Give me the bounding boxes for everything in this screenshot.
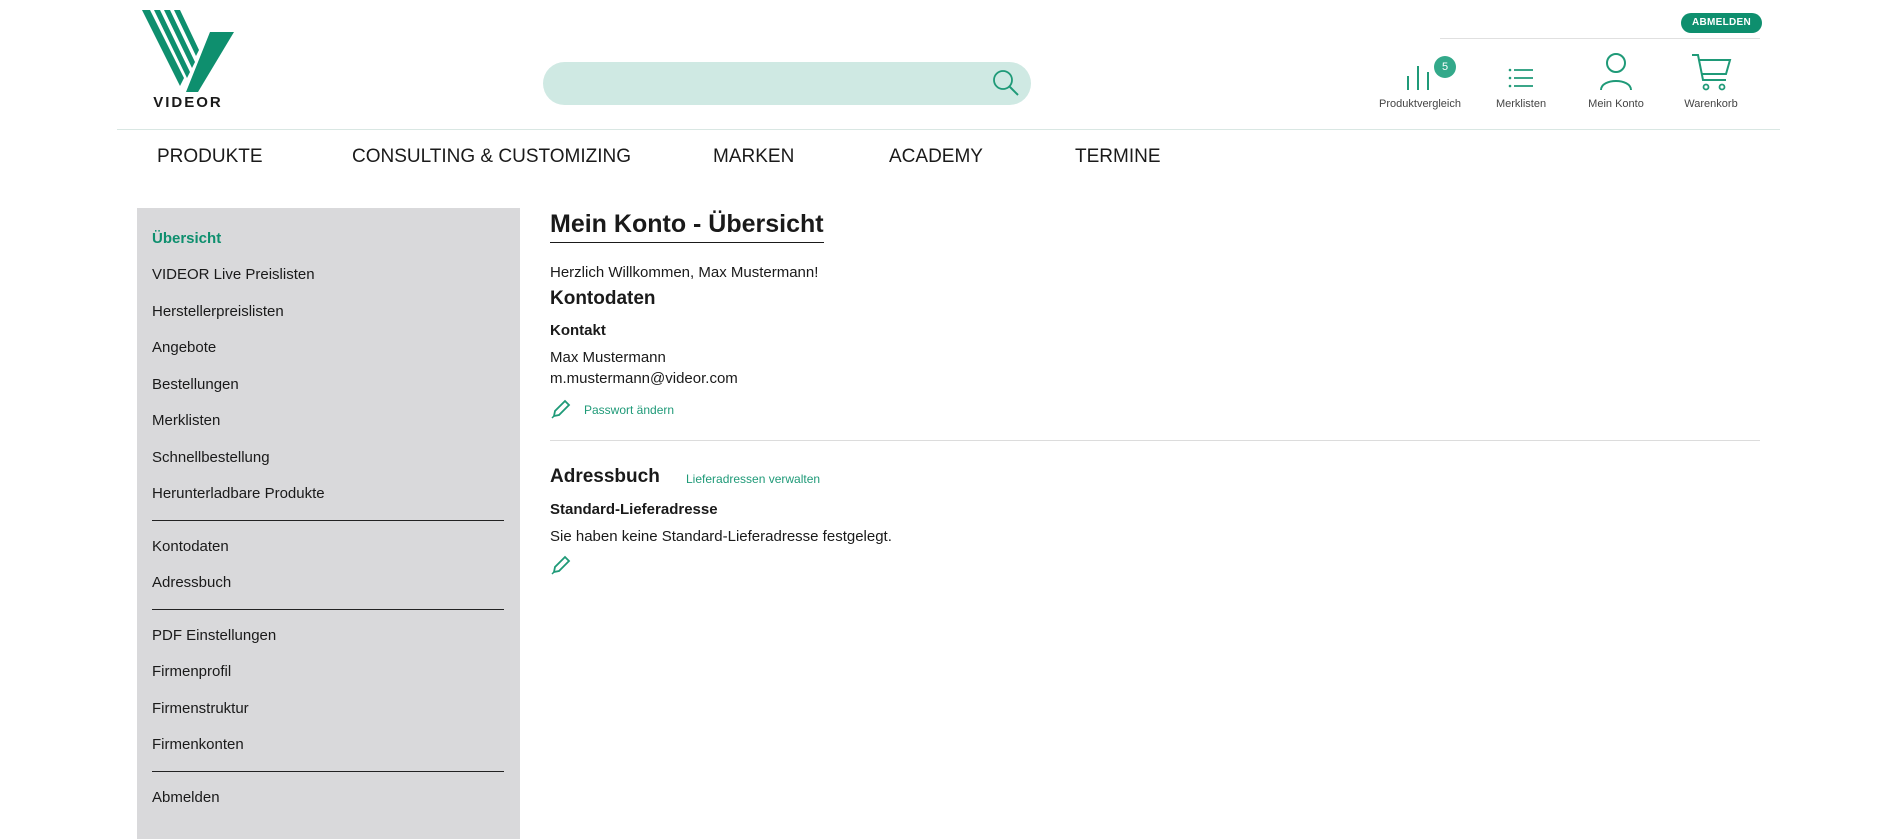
contact-heading: Kontakt (550, 322, 606, 339)
sidebar-item-orders[interactable]: Bestellungen (152, 376, 239, 393)
section-divider (550, 440, 1760, 441)
sidebar-item-logout[interactable]: Abmelden (152, 789, 220, 806)
sidebar-item-quotes[interactable]: Angebote (152, 339, 216, 356)
compare-link[interactable]: 5 Produktvergleich (1370, 50, 1470, 120)
logo-text: VIDEOR (153, 94, 223, 111)
pencil-icon[interactable] (550, 398, 572, 420)
page-title: Mein Konto - Übersicht (550, 210, 824, 243)
nav-item-marken[interactable]: MARKEN (713, 146, 794, 168)
sidebar-separator (152, 520, 504, 521)
videor-logo-icon (142, 10, 234, 92)
sidebar-item-overview[interactable]: Übersicht (152, 230, 221, 247)
nav-item-produkte[interactable]: PRODUKTE (157, 146, 263, 168)
search-icon[interactable] (991, 68, 1021, 98)
wishlists-link[interactable]: Merklisten (1471, 50, 1571, 120)
header-divider (117, 129, 1780, 130)
sidebar-item-company-structure[interactable]: Firmenstruktur (152, 700, 249, 717)
change-password-link[interactable]: Passwort ändern (584, 403, 674, 417)
logout-button[interactable]: ABMELDEN (1681, 13, 1762, 33)
list-icon (1508, 68, 1533, 88)
default-shipping-heading: Standard-Lieferadresse (550, 501, 718, 518)
contact-email: m.mustermann@videor.com (550, 370, 738, 387)
sidebar-item-company-profile[interactable]: Firmenprofil (152, 663, 231, 680)
sidebar-item-company-accounts[interactable]: Firmenkonten (152, 736, 244, 753)
sidebar-separator (152, 771, 504, 772)
cart-label: Warenkorb (1684, 98, 1738, 110)
sidebar-item-address-book[interactable]: Adressbuch (152, 574, 231, 591)
sidebar-item-downloadable-products[interactable]: Herunterladbare Produkte (152, 485, 325, 502)
wishlists-label: Merklisten (1495, 98, 1547, 110)
account-sidebar: Übersicht VIDEOR Live Preislisten Herste… (137, 208, 520, 839)
account-data-heading: Kontodaten (550, 288, 656, 309)
sidebar-item-wishlists[interactable]: Merklisten (152, 412, 220, 429)
sidebar-separator (152, 609, 504, 610)
account-link[interactable]: Mein Konto (1566, 50, 1666, 120)
header-top-line (1440, 38, 1760, 39)
welcome-message: Herzlich Willkommen, Max Mustermann! (550, 264, 819, 281)
cart-link[interactable]: Warenkorb (1661, 50, 1761, 120)
header: VIDEOR ABMELDEN 5 Produktvergleich Merkl… (0, 0, 1886, 130)
account-label: Mein Konto (1588, 98, 1644, 110)
compare-count-badge: 5 (1434, 56, 1456, 78)
manage-addresses-link[interactable]: Lieferadressen verwalten (686, 472, 820, 486)
address-book-heading: Adressbuch (550, 466, 660, 487)
cart-icon (1692, 54, 1732, 91)
main-navigation: PRODUKTE CONSULTING & CUSTOMIZING MARKEN… (0, 140, 1886, 174)
search-bar (543, 62, 1031, 105)
sidebar-item-account-data[interactable]: Kontodaten (152, 538, 229, 555)
user-icon (1600, 53, 1632, 91)
sidebar-item-manufacturer-pricelists[interactable]: Herstellerpreislisten (152, 303, 284, 320)
compare-label: Produktvergleich (1379, 98, 1461, 110)
videor-logo[interactable]: VIDEOR (140, 10, 236, 114)
search-input[interactable] (565, 62, 965, 105)
sidebar-item-pdf-settings[interactable]: PDF Einstellungen (152, 627, 276, 644)
sidebar-item-quick-order[interactable]: Schnellbestellung (152, 449, 270, 466)
contact-name: Max Mustermann (550, 349, 666, 366)
default-shipping-text: Sie haben keine Standard-Lieferadresse f… (550, 528, 892, 545)
account-overview-content: Mein Konto - Übersicht Herzlich Willkomm… (550, 208, 1760, 828)
nav-item-termine[interactable]: TERMINE (1075, 146, 1161, 168)
sidebar-item-live-pricelists[interactable]: VIDEOR Live Preislisten (152, 266, 315, 283)
nav-item-consulting[interactable]: CONSULTING & CUSTOMIZING (352, 146, 631, 168)
pencil-icon[interactable] (550, 554, 572, 576)
nav-item-academy[interactable]: ACADEMY (889, 146, 983, 168)
